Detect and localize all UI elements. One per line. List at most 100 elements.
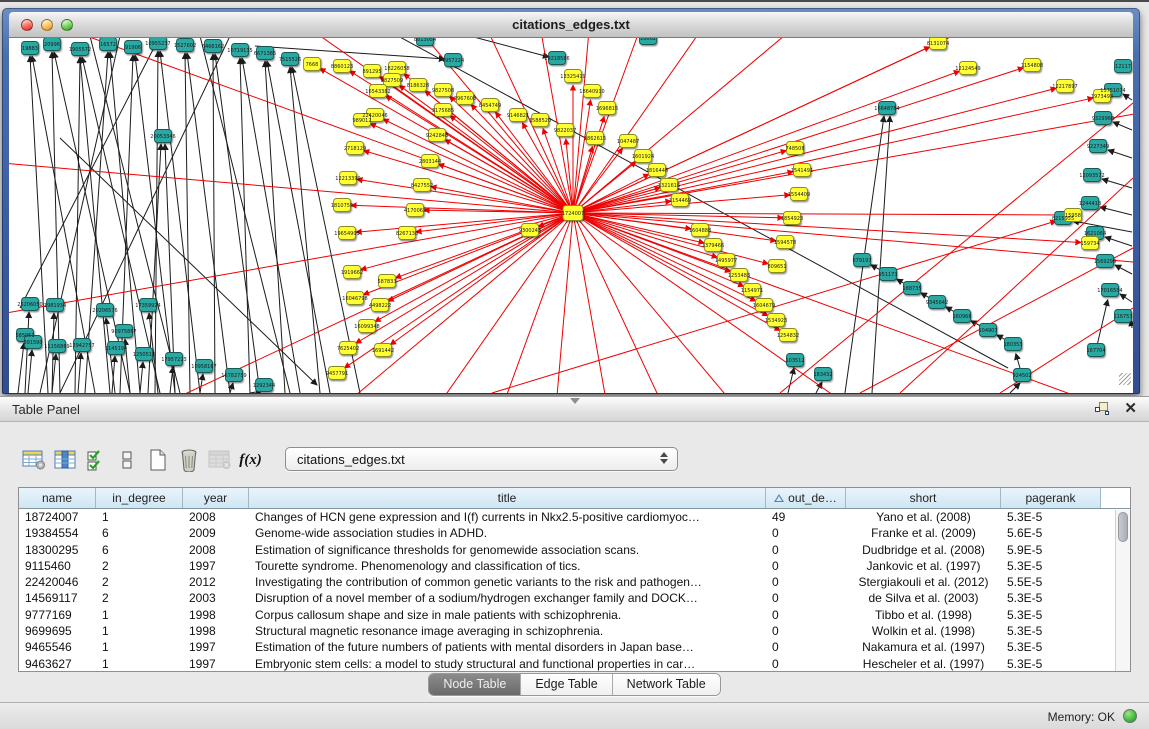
column-header-pagerank[interactable]: pagerank — [1001, 488, 1101, 508]
table-cell[interactable]: Jankovic et al. (1997) — [846, 558, 1001, 574]
table-row[interactable]: 1872400712008Changes of HCN gene express… — [19, 509, 1130, 525]
table-cell[interactable]: Tibbo et al. (1998) — [846, 607, 1001, 623]
table-cell[interactable]: 0 — [766, 590, 846, 606]
table-cell[interactable]: 5.3E-5 — [1001, 607, 1101, 623]
column-header-short[interactable]: short — [846, 488, 1001, 508]
table-cell[interactable]: 2008 — [183, 509, 249, 525]
table-mode-button[interactable] — [18, 446, 49, 474]
table-row[interactable]: 1456911722003Disruption of a novel membe… — [19, 590, 1130, 606]
table-cell[interactable]: 1 — [96, 607, 183, 623]
table-cell[interactable]: Investigating the contribution of common… — [249, 574, 766, 590]
table-cell[interactable]: 5.3E-5 — [1001, 623, 1101, 639]
table-cell[interactable]: 5.9E-5 — [1001, 542, 1101, 558]
table-cell[interactable]: 6 — [96, 525, 183, 541]
table-cell[interactable]: 9777169 — [19, 607, 96, 623]
close-icon[interactable]: ✕ — [1124, 401, 1137, 416]
table-row[interactable]: 946362711997Embryonic stem cells: a mode… — [19, 656, 1130, 672]
table-row[interactable]: 911546021997Tourette syndrome. Phenomeno… — [19, 558, 1130, 574]
row-height-button[interactable] — [111, 446, 142, 474]
table-cell[interactable]: 5.3E-5 — [1001, 558, 1101, 574]
column-header-title[interactable]: title — [249, 488, 766, 508]
table-row[interactable]: 1938455462009Genome-wide association stu… — [19, 525, 1130, 541]
table-cell[interactable]: Genome-wide association studies in ADHD. — [249, 525, 766, 541]
table-row[interactable]: 946554611997Estimation of the future num… — [19, 639, 1130, 655]
table-cell[interactable]: 5.3E-5 — [1001, 656, 1101, 672]
table-cell[interactable]: 1 — [96, 623, 183, 639]
network-window-titlebar[interactable]: citations_edges.txt — [9, 12, 1133, 38]
table-cell[interactable]: 2012 — [183, 574, 249, 590]
table-cell[interactable]: Embryonic stem cells: a model to study s… — [249, 656, 766, 672]
network-canvas[interactable]: 1988320996190557216572919061095523715276… — [9, 38, 1133, 393]
table-cell[interactable]: 0 — [766, 623, 846, 639]
table-panel-header[interactable]: Table Panel ✕ — [0, 396, 1149, 422]
table-cell[interactable]: 5.3E-5 — [1001, 509, 1101, 525]
tab-edge-table[interactable]: Edge Table — [521, 674, 612, 695]
table-cell[interactable]: Stergiakouli et al. (2012) — [846, 574, 1001, 590]
tab-node-table[interactable]: Node Table — [429, 674, 521, 695]
table-cell[interactable]: Nakamura et al. (1997) — [846, 639, 1001, 655]
table-selector-combo[interactable]: citations_edges.txt — [285, 447, 678, 471]
new-table-button[interactable] — [142, 446, 173, 474]
column-header-year[interactable]: year — [183, 488, 249, 508]
show-column-button[interactable] — [49, 446, 80, 474]
column-header-name[interactable]: name — [19, 488, 96, 508]
vertical-scrollbar[interactable] — [1115, 510, 1130, 672]
table-cell[interactable]: 18300295 — [19, 542, 96, 558]
tab-network-table[interactable]: Network Table — [613, 674, 720, 695]
table-cell[interactable]: 1998 — [183, 623, 249, 639]
table-cell[interactable]: 9115460 — [19, 558, 96, 574]
table-cell[interactable]: Franke et al. (2009) — [846, 525, 1001, 541]
table-cell[interactable]: 0 — [766, 639, 846, 655]
table-cell[interactable]: Corpus callosum shape and size in male p… — [249, 607, 766, 623]
table-cell[interactable]: 22420046 — [19, 574, 96, 590]
scrollbar-thumb[interactable] — [1118, 512, 1128, 542]
table-cell[interactable]: 2 — [96, 590, 183, 606]
table-cell[interactable]: Tourette syndrome. Phenomenology and cla… — [249, 558, 766, 574]
table-cell[interactable]: 0 — [766, 607, 846, 623]
table-cell[interactable]: 0 — [766, 525, 846, 541]
table-cell[interactable]: 0 — [766, 542, 846, 558]
table-cell[interactable]: 2003 — [183, 590, 249, 606]
table-cell[interactable]: 1997 — [183, 639, 249, 655]
table-cell[interactable]: 9463627 — [19, 656, 96, 672]
split-drag-handle-icon[interactable] — [570, 398, 580, 404]
function-builder-button[interactable]: f(x) — [235, 446, 266, 474]
table-cell[interactable]: 0 — [766, 558, 846, 574]
table-cell[interactable]: 18724007 — [19, 509, 96, 525]
table-cell[interactable]: Structural magnetic resonance image aver… — [249, 623, 766, 639]
table-cell[interactable]: 1 — [96, 656, 183, 672]
column-header-out_de[interactable]: out_de… — [766, 488, 846, 508]
table-cell[interactable]: de Silva et al. (2003) — [846, 590, 1001, 606]
table-cell[interactable]: 2009 — [183, 525, 249, 541]
table-cell[interactable]: Dudbridge et al. (2008) — [846, 542, 1001, 558]
table-cell[interactable]: 9465546 — [19, 639, 96, 655]
select-columns-button[interactable] — [80, 446, 111, 474]
table-cell[interactable]: 9699695 — [19, 623, 96, 639]
table-row[interactable]: 977716911998Corpus callosum shape and si… — [19, 607, 1130, 623]
table-cell[interactable]: Changes of HCN gene expression and I(f) … — [249, 509, 766, 525]
table-cell[interactable]: Disruption of a novel member of a sodium… — [249, 590, 766, 606]
table-cell[interactable]: 1 — [96, 639, 183, 655]
table-cell[interactable]: 5.3E-5 — [1001, 639, 1101, 655]
table-cell[interactable]: Yano et al. (2008) — [846, 509, 1001, 525]
window-resize-grip[interactable] — [1119, 373, 1131, 385]
table-cell[interactable]: 5.6E-5 — [1001, 525, 1101, 541]
destroy-table-button-disabled[interactable] — [204, 446, 235, 474]
table-cell[interactable]: 0 — [766, 574, 846, 590]
table-cell[interactable]: 1 — [96, 509, 183, 525]
table-cell[interactable]: 2 — [96, 574, 183, 590]
delete-columns-button[interactable] — [173, 446, 204, 474]
table-cell[interactable]: 14569117 — [19, 590, 96, 606]
table-cell[interactable]: Estimation of the future numbers of pati… — [249, 639, 766, 655]
table-cell[interactable]: 5.3E-5 — [1001, 590, 1101, 606]
table-cell[interactable]: Wolkin et al. (1998) — [846, 623, 1001, 639]
table-row[interactable]: 2242004622012Investigating the contribut… — [19, 574, 1130, 590]
table-row[interactable]: 1830029562008Estimation of significance … — [19, 542, 1130, 558]
table-cell[interactable]: 0 — [766, 656, 846, 672]
table-cell[interactable]: 1997 — [183, 656, 249, 672]
memory-status-indicator-icon[interactable] — [1123, 709, 1137, 723]
float-window-icon[interactable] — [1095, 401, 1110, 416]
table-cell[interactable]: 6 — [96, 542, 183, 558]
table-cell[interactable]: Estimation of significance thresholds fo… — [249, 542, 766, 558]
table-cell[interactable]: 1998 — [183, 607, 249, 623]
